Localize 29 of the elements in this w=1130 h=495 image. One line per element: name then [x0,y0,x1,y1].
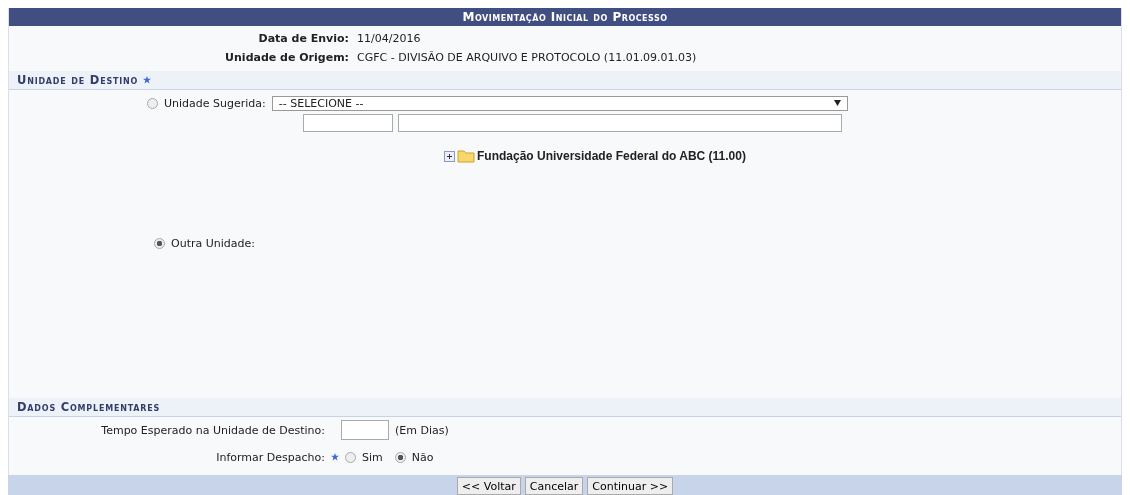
field-label: Tempo Esperado na Unidade de Destino: [100,423,325,437]
form-title: Movimentação Inicial do Processo [9,8,1121,26]
form-button[interactable]: << Voltar [456,477,521,495]
field-label: Data de Envio: [257,32,350,45]
field-label: Informar Despacho: [215,450,325,464]
radio-label: Outra Unidade: [171,236,255,250]
radio-button[interactable] [147,97,158,109]
code-input[interactable] [303,114,393,132]
unit-select[interactable]: -- SELECIONE -- [271,95,848,111]
form-button[interactable]: Continuar >> [587,477,674,495]
field-label: Unidade de Origem: [224,51,350,64]
radio-button[interactable] [394,451,406,463]
radio-label: Sim [362,450,383,464]
form-button[interactable]: Cancelar [524,477,584,495]
caret-icon [833,100,841,106]
days-input[interactable] [341,420,389,440]
radio-label: Unidade Sugerida: [164,96,266,110]
unit-label: (Em Dias) [395,423,449,437]
radio-button[interactable] [154,237,165,249]
radio-button[interactable] [345,451,356,463]
section-heading: Dados Complementares [17,400,161,414]
radio-label: Não [411,450,434,464]
expand-icon[interactable] [444,150,455,162]
field-value: CGFC - DIVISÃO DE ARQUIVO E PROTOCOLO (11.01.09.01.03) [357,51,697,64]
section-heading: Unidade de Destino [17,73,139,87]
name-input[interactable] [398,114,842,132]
tree-node[interactable]: Fundação Universidade Federal do ABC (11.00) [477,149,746,163]
folder-icon [457,149,475,163]
field-value: 11/04/2016 [357,32,421,45]
